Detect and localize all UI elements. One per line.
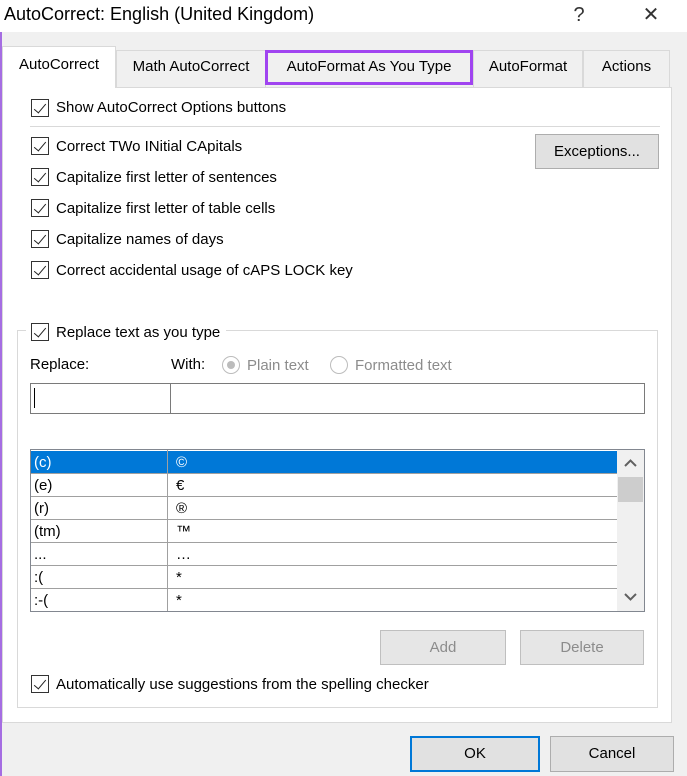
list-item[interactable]: (c) ©: [31, 451, 617, 474]
formatted-text-label: Formatted text: [355, 357, 452, 374]
text-cursor: [34, 388, 35, 408]
formatted-text-radio[interactable]: [330, 356, 348, 374]
capitalize-table-cells-label: Capitalize first letter of table cells: [56, 200, 276, 217]
caps-lock-label: Correct accidental usage of cAPS LOCK ke…: [56, 262, 353, 279]
with-cell: ©: [176, 454, 188, 471]
with-cell: …: [176, 546, 191, 563]
plain-text-label: Plain text: [247, 357, 309, 374]
replace-input[interactable]: [30, 383, 171, 414]
list-item[interactable]: :( *: [31, 566, 617, 589]
title-bar: AutoCorrect: English (United Kingdom) ? …: [0, 0, 687, 32]
list-scrollbar[interactable]: [617, 450, 644, 611]
show-options-label: Show AutoCorrect Options buttons: [56, 99, 287, 116]
scrollbar-thumb[interactable]: [618, 477, 643, 502]
capitalize-sentences-label: Capitalize first letter of sentences: [56, 169, 277, 186]
with-cell: ™: [176, 523, 191, 540]
replace-label: Replace:: [30, 356, 90, 373]
with-cell: *: [176, 569, 182, 586]
replace-text-checkbox[interactable]: [31, 323, 49, 341]
show-options-checkbox[interactable]: [31, 99, 49, 117]
exceptions-button[interactable]: Exceptions...: [535, 134, 659, 169]
list-item[interactable]: (e) €: [31, 474, 617, 497]
list-item[interactable]: (r) ®: [31, 497, 617, 520]
capitalize-sentences-checkbox[interactable]: [31, 168, 49, 186]
replace-cell: :(: [34, 569, 44, 586]
scroll-up-icon[interactable]: [624, 459, 637, 467]
tab-actions[interactable]: Actions: [583, 50, 670, 87]
with-input[interactable]: [170, 383, 645, 414]
plain-text-radio[interactable]: [222, 356, 240, 374]
replace-cell: (r): [34, 500, 49, 517]
replacement-list[interactable]: (c) © (e) € (r) ® (tm) ™ ... … :( * :-( *: [30, 449, 645, 612]
capitalize-table-cells-checkbox[interactable]: [31, 199, 49, 217]
scroll-down-icon[interactable]: [624, 593, 637, 601]
tab-math-autocorrect[interactable]: Math AutoCorrect: [116, 50, 266, 87]
delete-button[interactable]: Delete: [520, 630, 644, 665]
help-button[interactable]: ?: [556, 0, 602, 32]
correct-two-initial-capitals-checkbox[interactable]: [31, 137, 49, 155]
replace-cell: (tm): [34, 523, 61, 540]
correct-two-initial-capitals-label: Correct TWo INitial CApitals: [56, 138, 243, 155]
with-cell: *: [176, 592, 182, 609]
with-cell: €: [176, 477, 185, 494]
column-divider: [167, 450, 168, 611]
close-button[interactable]: ✕: [628, 0, 674, 32]
add-button[interactable]: Add: [380, 630, 506, 665]
replace-cell: (c): [34, 454, 52, 471]
tab-autocorrect[interactable]: AutoCorrect: [2, 46, 116, 88]
replace-cell: ...: [34, 546, 47, 563]
replace-cell: :-(: [34, 592, 49, 609]
list-item[interactable]: ... …: [31, 543, 617, 566]
window-title: AutoCorrect: English (United Kingdom): [4, 4, 315, 24]
spelling-suggestions-checkbox[interactable]: [31, 675, 49, 693]
spelling-suggestions-label: Automatically use suggestions from the s…: [56, 676, 429, 693]
capitalize-days-label: Capitalize names of days: [56, 231, 224, 248]
cancel-button[interactable]: Cancel: [550, 736, 674, 772]
capitalize-days-checkbox[interactable]: [31, 230, 49, 248]
with-cell: ®: [176, 500, 188, 517]
with-label: With:: [171, 356, 206, 373]
caps-lock-checkbox[interactable]: [31, 261, 49, 279]
replace-text-label: Replace text as you type: [56, 324, 221, 341]
tab-autoformat-as-you-type[interactable]: AutoFormat As You Type: [265, 50, 473, 85]
list-item[interactable]: :-( *: [31, 589, 617, 611]
ok-button[interactable]: OK: [410, 736, 540, 772]
list-item[interactable]: (tm) ™: [31, 520, 617, 543]
replace-cell: (e): [34, 477, 53, 494]
divider: [30, 126, 660, 127]
tab-autoformat[interactable]: AutoFormat: [473, 50, 583, 87]
